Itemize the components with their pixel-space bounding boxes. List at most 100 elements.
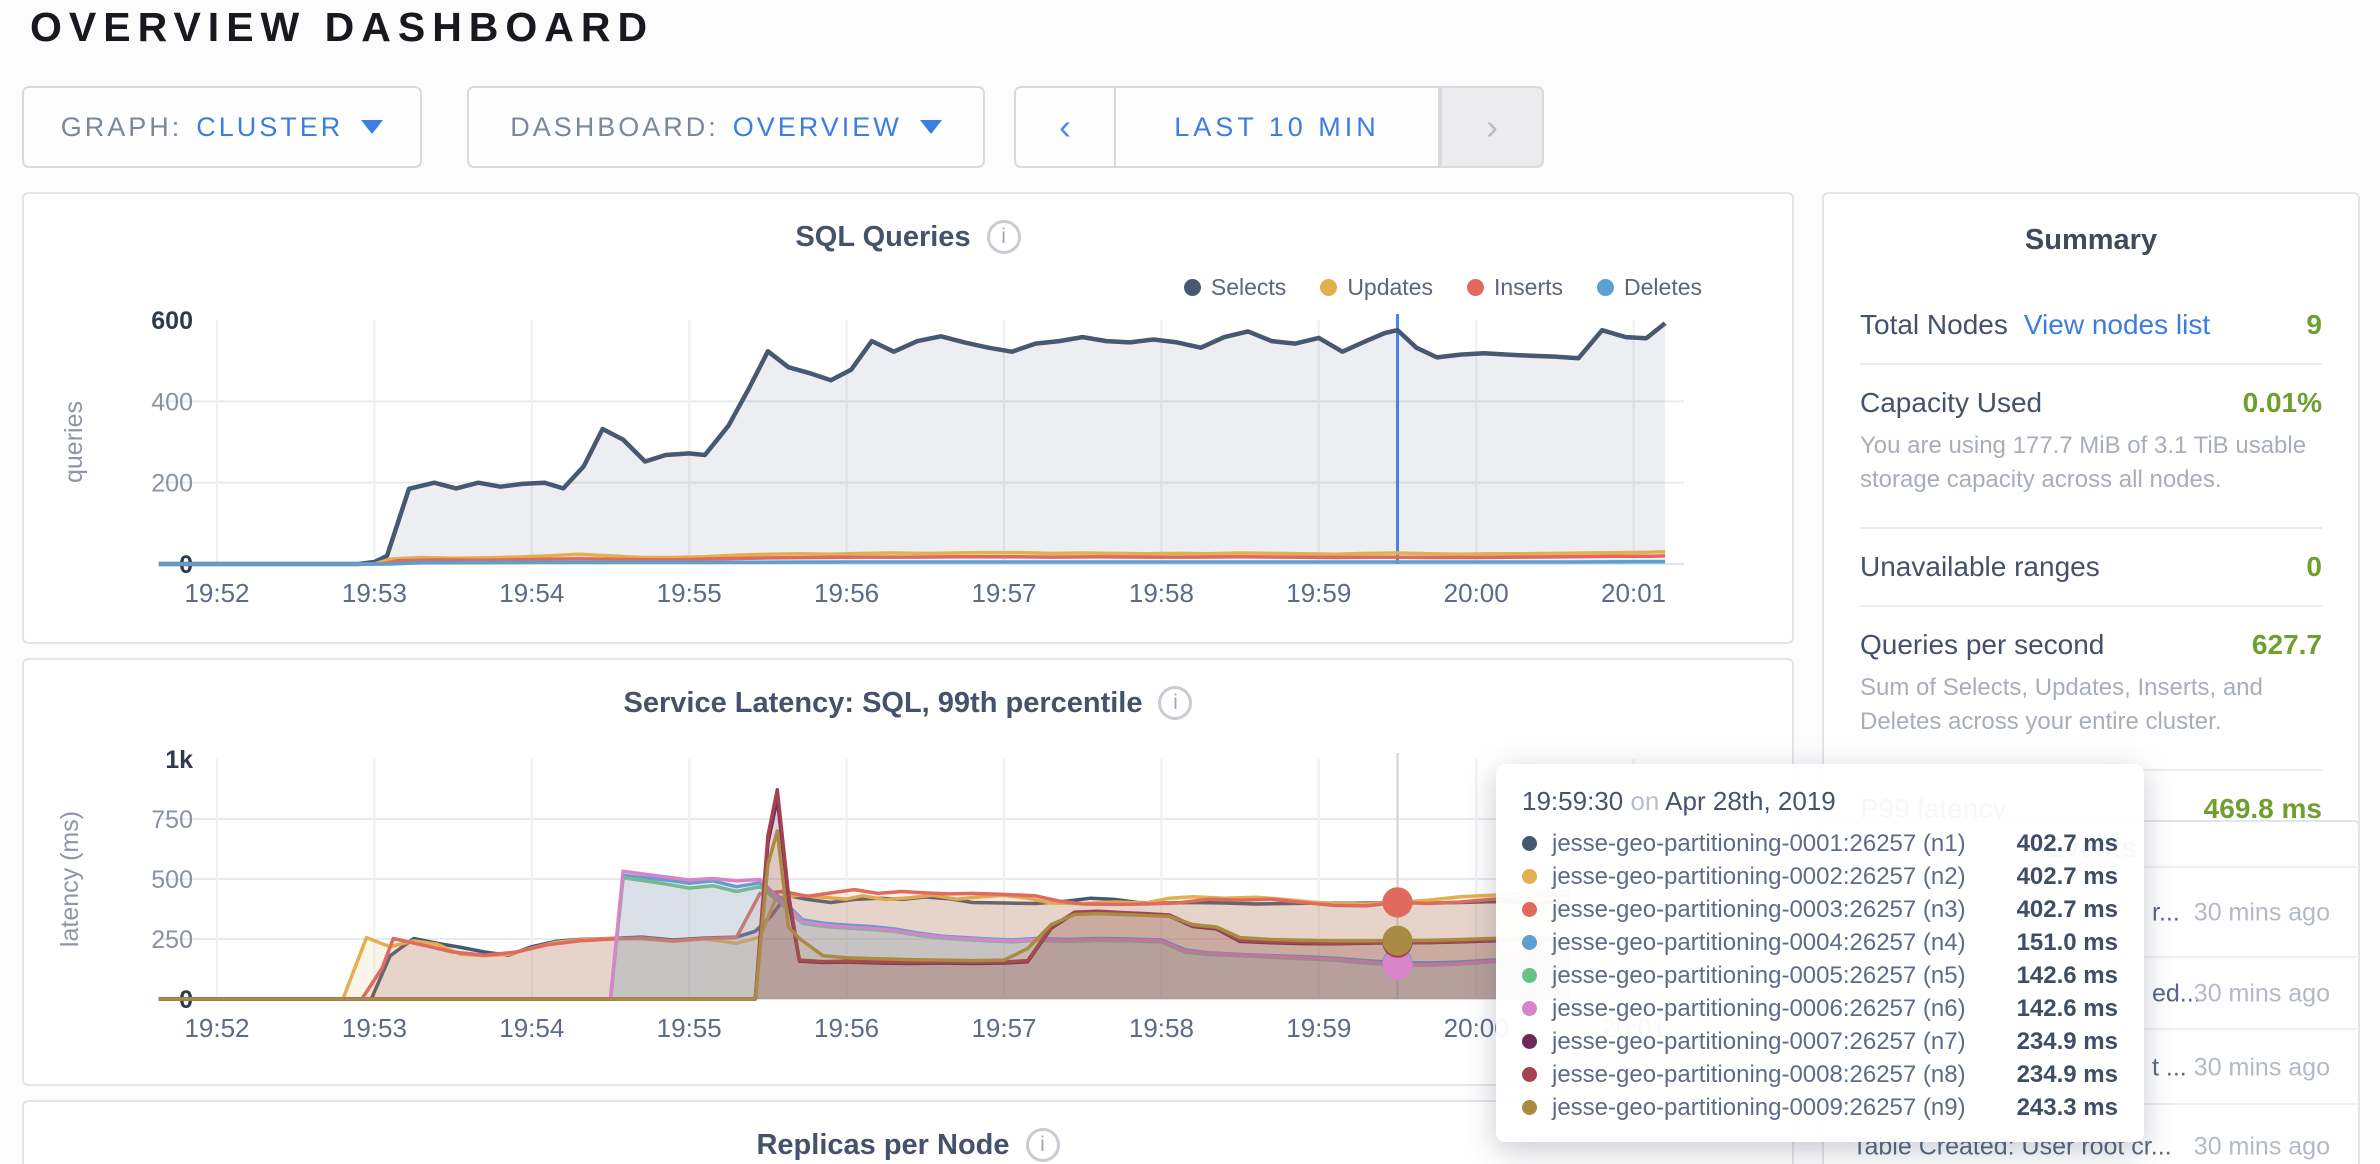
tooltip-node-value: 142.6 ms	[2000, 995, 2118, 1023]
chevron-right-icon: ›	[1486, 109, 1498, 145]
svg-text:19:54: 19:54	[499, 1013, 564, 1043]
tooltip-node-value: 402.7 ms	[2000, 863, 2118, 891]
chevron-down-icon	[361, 120, 383, 134]
graph-dropdown-value: CLUSTER	[196, 112, 343, 143]
overview-dashboard-page: OVERVIEW DASHBOARD GRAPH: CLUSTER DASHBO…	[0, 0, 2380, 1164]
svg-text:20:01: 20:01	[1601, 578, 1666, 608]
svg-text:19:58: 19:58	[1129, 578, 1194, 608]
total-nodes-row: Total Nodes View nodes list 9	[1860, 287, 2322, 347]
time-range-next-button[interactable]: ›	[1440, 86, 1544, 168]
tooltip-row: jesse-geo-partitioning-0009:26257 (n9)24…	[1522, 1091, 2118, 1124]
svg-text:19:54: 19:54	[499, 578, 564, 608]
time-range-prev-button[interactable]: ‹	[1014, 86, 1114, 168]
time-range-label[interactable]: LAST 10 MIN	[1114, 86, 1440, 168]
tooltip-header: 19:59:30 on Apr 28th, 2019	[1522, 786, 2118, 817]
svg-text:400: 400	[151, 388, 193, 416]
svg-text:500: 500	[151, 866, 193, 894]
series-dot-icon	[1522, 1067, 1537, 1082]
series-dot-icon	[1522, 968, 1537, 983]
latency-tooltip: 19:59:30 on Apr 28th, 2019 jesse-geo-par…	[1496, 764, 2144, 1142]
tooltip-row: jesse-geo-partitioning-0008:26257 (n8)23…	[1522, 1058, 2118, 1091]
event-timestamp: 30 mins ago	[2180, 897, 2330, 930]
svg-text:19:55: 19:55	[657, 578, 722, 608]
tooltip-node-name: jesse-geo-partitioning-0006:26257 (n6)	[1552, 995, 2000, 1023]
series-dot-icon	[1522, 1100, 1537, 1115]
tooltip-on: on	[1630, 786, 1659, 816]
tooltip-node-value: 243.3 ms	[2000, 1094, 2118, 1122]
time-range-selector: ‹ LAST 10 MIN ›	[1014, 86, 1544, 168]
tooltip-row: jesse-geo-partitioning-0001:26257 (n1)40…	[1522, 827, 2118, 860]
svg-text:200: 200	[151, 470, 193, 498]
series-dot-icon	[1522, 935, 1537, 950]
svg-text:19:57: 19:57	[971, 578, 1036, 608]
tooltip-node-value: 402.7 ms	[2000, 896, 2118, 924]
tooltip-node-value: 234.9 ms	[2000, 1028, 2118, 1056]
sql-chart-svg[interactable]: 020040060019:5219:5319:5419:5519:5619:57…	[24, 194, 1792, 642]
tooltip-row: jesse-geo-partitioning-0005:26257 (n5)14…	[1522, 959, 2118, 992]
series-dot-icon	[1522, 869, 1537, 884]
svg-text:19:59: 19:59	[1286, 1013, 1351, 1043]
dashboard-dropdown[interactable]: DASHBOARD: OVERVIEW	[467, 86, 985, 168]
graph-dropdown[interactable]: GRAPH: CLUSTER	[22, 86, 422, 168]
queries-per-second-row: Queries per second 627.7	[1860, 607, 2322, 667]
tooltip-node-name: jesse-geo-partitioning-0002:26257 (n2)	[1552, 863, 2000, 891]
summary-panel: Summary Total Nodes View nodes list 9 Ca…	[1822, 192, 2360, 857]
tooltip-row: jesse-geo-partitioning-0002:26257 (n2)40…	[1522, 860, 2118, 893]
svg-text:19:53: 19:53	[342, 1013, 407, 1043]
chevron-left-icon: ‹	[1059, 109, 1071, 145]
unavailable-ranges-row: Unavailable ranges 0	[1860, 529, 2322, 589]
tooltip-row: jesse-geo-partitioning-0006:26257 (n6)14…	[1522, 992, 2118, 1025]
summary-title: Summary	[1860, 224, 2322, 257]
tooltip-node-value: 142.6 ms	[2000, 962, 2118, 990]
svg-text:19:52: 19:52	[184, 578, 249, 608]
svg-text:19:55: 19:55	[657, 1013, 722, 1043]
tooltip-node-name: jesse-geo-partitioning-0005:26257 (n5)	[1552, 962, 2000, 990]
tooltip-node-name: jesse-geo-partitioning-0003:26257 (n3)	[1552, 896, 2000, 924]
tooltip-node-name: jesse-geo-partitioning-0004:26257 (n4)	[1552, 929, 2000, 957]
tooltip-node-name: jesse-geo-partitioning-0007:26257 (n7)	[1552, 1028, 2000, 1056]
tooltip-row: jesse-geo-partitioning-0004:26257 (n4)15…	[1522, 926, 2118, 959]
svg-text:20:00: 20:00	[1444, 578, 1509, 608]
queries-per-second-description: Sum of Selects, Updates, Inserts, and De…	[1860, 667, 2322, 753]
info-icon[interactable]: i	[1026, 1128, 1060, 1162]
tooltip-time: 19:59:30	[1522, 786, 1623, 816]
page-title: OVERVIEW DASHBOARD	[30, 4, 654, 51]
tooltip-row: jesse-geo-partitioning-0003:26257 (n3)40…	[1522, 893, 2118, 926]
sql-queries-panel: SQL Queries i SelectsUpdatesInsertsDelet…	[22, 192, 1794, 644]
chart-title: Replicas per Node	[756, 1129, 1009, 1162]
event-timestamp: 30 mins ago	[2180, 1051, 2330, 1084]
dashboard-dropdown-value: OVERVIEW	[733, 112, 902, 143]
svg-text:250: 250	[151, 926, 193, 954]
series-dot-icon	[1522, 902, 1537, 917]
graph-dropdown-label: GRAPH:	[61, 112, 183, 143]
queries-per-second-label: Queries per second	[1860, 629, 2104, 661]
chevron-down-icon	[920, 120, 942, 134]
unavailable-ranges-value: 0	[2306, 551, 2322, 583]
capacity-used-description: You are using 177.7 MiB of 3.1 TiB usabl…	[1860, 425, 2322, 511]
svg-text:19:56: 19:56	[814, 1013, 879, 1043]
capacity-used-label: Capacity Used	[1860, 387, 2042, 419]
svg-text:19:57: 19:57	[971, 1013, 1036, 1043]
tooltip-row: jesse-geo-partitioning-0007:26257 (n7)23…	[1522, 1025, 2118, 1058]
svg-text:19:52: 19:52	[184, 1013, 249, 1043]
total-nodes-value: 9	[2306, 309, 2322, 341]
tooltip-date: Apr 28th, 2019	[1665, 786, 1836, 816]
svg-text:19:58: 19:58	[1129, 1013, 1194, 1043]
tooltip-node-name: jesse-geo-partitioning-0001:26257 (n1)	[1552, 830, 2000, 858]
total-nodes-label: Total Nodes	[1860, 309, 2008, 341]
series-dot-icon	[1522, 836, 1537, 851]
dashboard-dropdown-label: DASHBOARD:	[510, 112, 719, 143]
tooltip-node-name: jesse-geo-partitioning-0009:26257 (n9)	[1552, 1094, 2000, 1122]
svg-text:19:53: 19:53	[342, 578, 407, 608]
svg-text:queries: queries	[60, 401, 88, 483]
svg-text:1k: 1k	[165, 746, 193, 774]
tooltip-node-value: 402.7 ms	[2000, 830, 2118, 858]
series-dot-icon	[1522, 1001, 1537, 1016]
capacity-used-row: Capacity Used 0.01%	[1860, 365, 2322, 425]
svg-text:latency (ms): latency (ms)	[56, 811, 84, 947]
svg-text:19:59: 19:59	[1286, 578, 1351, 608]
svg-text:600: 600	[151, 307, 193, 335]
view-nodes-list-link[interactable]: View nodes list	[2024, 309, 2210, 341]
svg-text:750: 750	[151, 806, 193, 834]
event-description: r...	[2152, 899, 2180, 928]
